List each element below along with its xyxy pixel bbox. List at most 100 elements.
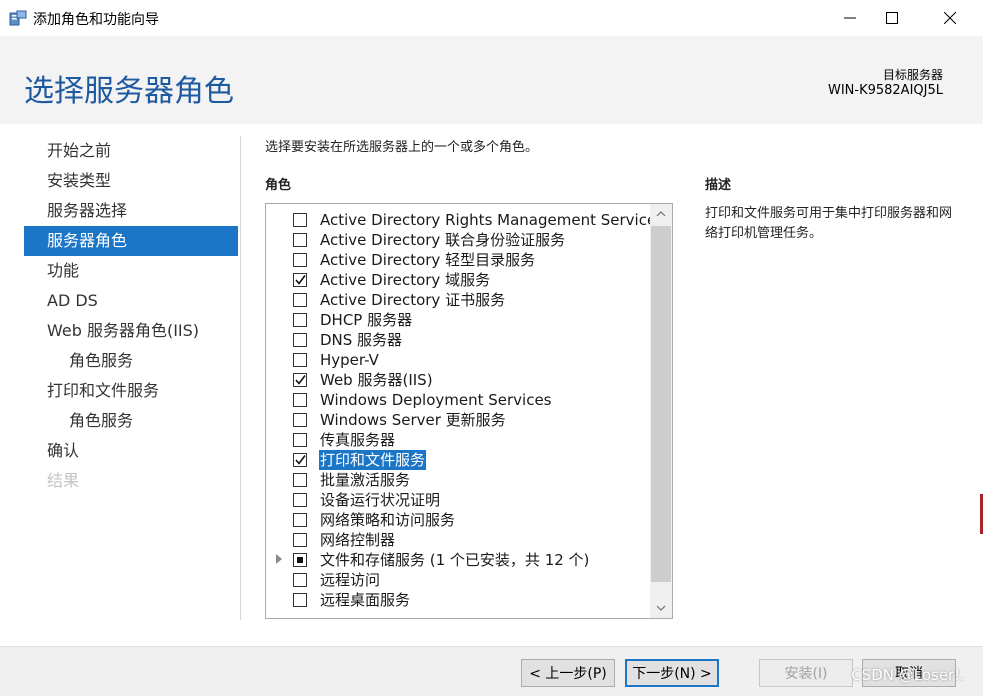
install-button[interactable]: 安装(I)	[759, 659, 853, 687]
nav-item[interactable]: 安装类型	[24, 166, 238, 196]
role-row[interactable]: Active Directory 联合身份验证服务	[266, 230, 651, 250]
role-checkbox[interactable]	[293, 593, 307, 607]
role-row[interactable]: 远程桌面服务	[266, 590, 651, 610]
role-checkbox[interactable]	[293, 513, 307, 527]
next-button[interactable]: 下一步(N) >	[625, 659, 719, 687]
role-label[interactable]: 打印和文件服务	[319, 450, 427, 470]
role-row[interactable]: 设备运行状况证明	[266, 490, 651, 510]
role-row[interactable]: Web 服务器(IIS)	[266, 370, 651, 390]
roles-list: Active Directory Rights Management Servi…	[266, 210, 664, 610]
nav-item[interactable]: Web 服务器角色(IIS)	[24, 316, 238, 346]
scroll-thumb[interactable]	[651, 226, 671, 582]
role-label[interactable]: 文件和存储服务 (1 个已安装，共 12 个)	[319, 550, 590, 570]
role-row[interactable]: Active Directory 轻型目录服务	[266, 250, 651, 270]
roles-heading: 角色	[265, 178, 292, 193]
chevron-down-icon	[656, 605, 666, 611]
role-checkbox[interactable]	[293, 473, 307, 487]
role-label[interactable]: Windows Server 更新服务	[319, 410, 507, 430]
destination-server-label: 目标服务器	[882, 68, 943, 82]
close-button[interactable]	[927, 0, 973, 36]
role-checkbox[interactable]	[293, 213, 307, 227]
role-row[interactable]: 传真服务器	[266, 430, 651, 450]
role-checkbox[interactable]	[293, 413, 307, 427]
role-checkbox[interactable]	[293, 353, 307, 367]
role-label[interactable]: 远程桌面服务	[319, 590, 411, 610]
role-row[interactable]: Active Directory Rights Management Servi…	[266, 210, 664, 230]
role-checkbox[interactable]	[293, 493, 307, 507]
nav-item[interactable]: 角色服务	[24, 346, 238, 376]
role-row[interactable]: 批量激活服务	[266, 470, 651, 490]
role-checkbox[interactable]	[293, 333, 307, 347]
role-checkbox[interactable]	[293, 293, 307, 307]
partial-check-icon	[297, 557, 303, 563]
role-checkbox[interactable]	[293, 533, 307, 547]
role-label[interactable]: Active Directory 联合身份验证服务	[319, 230, 566, 250]
window-title: 添加角色和功能向导	[33, 12, 159, 28]
role-checkbox[interactable]	[293, 553, 307, 567]
role-checkbox[interactable]	[293, 433, 307, 447]
role-label[interactable]: 远程访问	[319, 570, 381, 590]
role-label[interactable]: Active Directory 轻型目录服务	[319, 250, 536, 270]
role-label[interactable]: 网络策略和访问服务	[319, 510, 456, 530]
role-row[interactable]: Windows Deployment Services	[266, 390, 651, 410]
minimize-button[interactable]	[827, 0, 873, 36]
description-text: 打印和文件服务可用于集中打印服务器和网络打印机管理任务。	[705, 206, 953, 241]
scroll-up-button[interactable]	[650, 204, 672, 224]
nav-item[interactable]: 打印和文件服务	[24, 376, 238, 406]
role-row[interactable]: 文件和存储服务 (1 个已安装，共 12 个)	[266, 550, 651, 570]
role-label[interactable]: Windows Deployment Services	[319, 390, 553, 410]
role-label[interactable]: 设备运行状况证明	[319, 490, 441, 510]
role-row[interactable]: 网络策略和访问服务	[266, 510, 651, 530]
role-label[interactable]: DNS 服务器	[319, 330, 403, 350]
nav-divider	[240, 136, 241, 620]
expand-arrow-icon[interactable]	[276, 554, 282, 564]
roles-list-box[interactable]: Active Directory Rights Management Servi…	[265, 203, 673, 619]
role-row[interactable]: Hyper-V	[266, 350, 651, 370]
role-checkbox[interactable]	[293, 393, 307, 407]
role-checkbox[interactable]	[293, 313, 307, 327]
previous-button[interactable]: < 上一步(P)	[521, 659, 615, 687]
role-checkbox[interactable]	[293, 373, 307, 387]
role-row[interactable]: DHCP 服务器	[266, 310, 651, 330]
nav-item[interactable]: 开始之前	[24, 136, 238, 166]
role-label[interactable]: Web 服务器(IIS)	[319, 370, 434, 390]
nav-item[interactable]: 服务器角色	[24, 226, 238, 256]
role-checkbox[interactable]	[293, 273, 307, 287]
role-label[interactable]: DHCP 服务器	[319, 310, 413, 330]
nav-item[interactable]: 功能	[24, 256, 238, 286]
destination-server-value: WIN-K9582AIQJ5L	[827, 83, 943, 98]
role-label[interactable]: Active Directory 域服务	[319, 270, 491, 290]
role-checkbox[interactable]	[293, 573, 307, 587]
role-row[interactable]: 远程访问	[266, 570, 651, 590]
role-label[interactable]: Hyper-V	[319, 350, 380, 370]
role-checkbox[interactable]	[293, 253, 307, 267]
role-row[interactable]: DNS 服务器	[266, 330, 651, 350]
wizard-footer: < 上一步(P) 下一步(N) > 安装(I) 取消	[0, 646, 983, 696]
role-label[interactable]: Active Directory Rights Management Servi…	[319, 210, 665, 230]
nav-item[interactable]: 确认	[24, 436, 238, 466]
maximize-button[interactable]	[869, 0, 915, 36]
title-bar: 添加角色和功能向导	[0, 0, 983, 36]
roles-scrollbar[interactable]	[650, 204, 672, 618]
role-row[interactable]: 打印和文件服务	[266, 450, 651, 470]
role-row[interactable]: Windows Server 更新服务	[266, 410, 651, 430]
server-manager-icon	[9, 10, 27, 26]
watermark: CSDN @Loser!.	[851, 666, 965, 684]
role-row[interactable]: 网络控制器	[266, 530, 651, 550]
role-row[interactable]: Active Directory 证书服务	[266, 290, 651, 310]
wizard-header: 选择服务器角色 目标服务器 WIN-K9582AIQJ5L	[0, 36, 983, 124]
page-title: 选择服务器角色	[24, 74, 234, 109]
nav-item[interactable]: 角色服务	[24, 406, 238, 436]
description-heading: 描述	[705, 178, 732, 193]
nav-item[interactable]: 服务器选择	[24, 196, 238, 226]
role-label[interactable]: Active Directory 证书服务	[319, 290, 506, 310]
role-row[interactable]: Active Directory 域服务	[266, 270, 651, 290]
role-label[interactable]: 传真服务器	[319, 430, 396, 450]
role-label[interactable]: 批量激活服务	[319, 470, 411, 490]
role-label[interactable]: 网络控制器	[319, 530, 396, 550]
nav-item[interactable]: AD DS	[24, 286, 238, 316]
role-checkbox[interactable]	[293, 453, 307, 467]
role-checkbox[interactable]	[293, 233, 307, 247]
maximize-icon	[886, 12, 898, 24]
scroll-down-button[interactable]	[650, 598, 672, 618]
